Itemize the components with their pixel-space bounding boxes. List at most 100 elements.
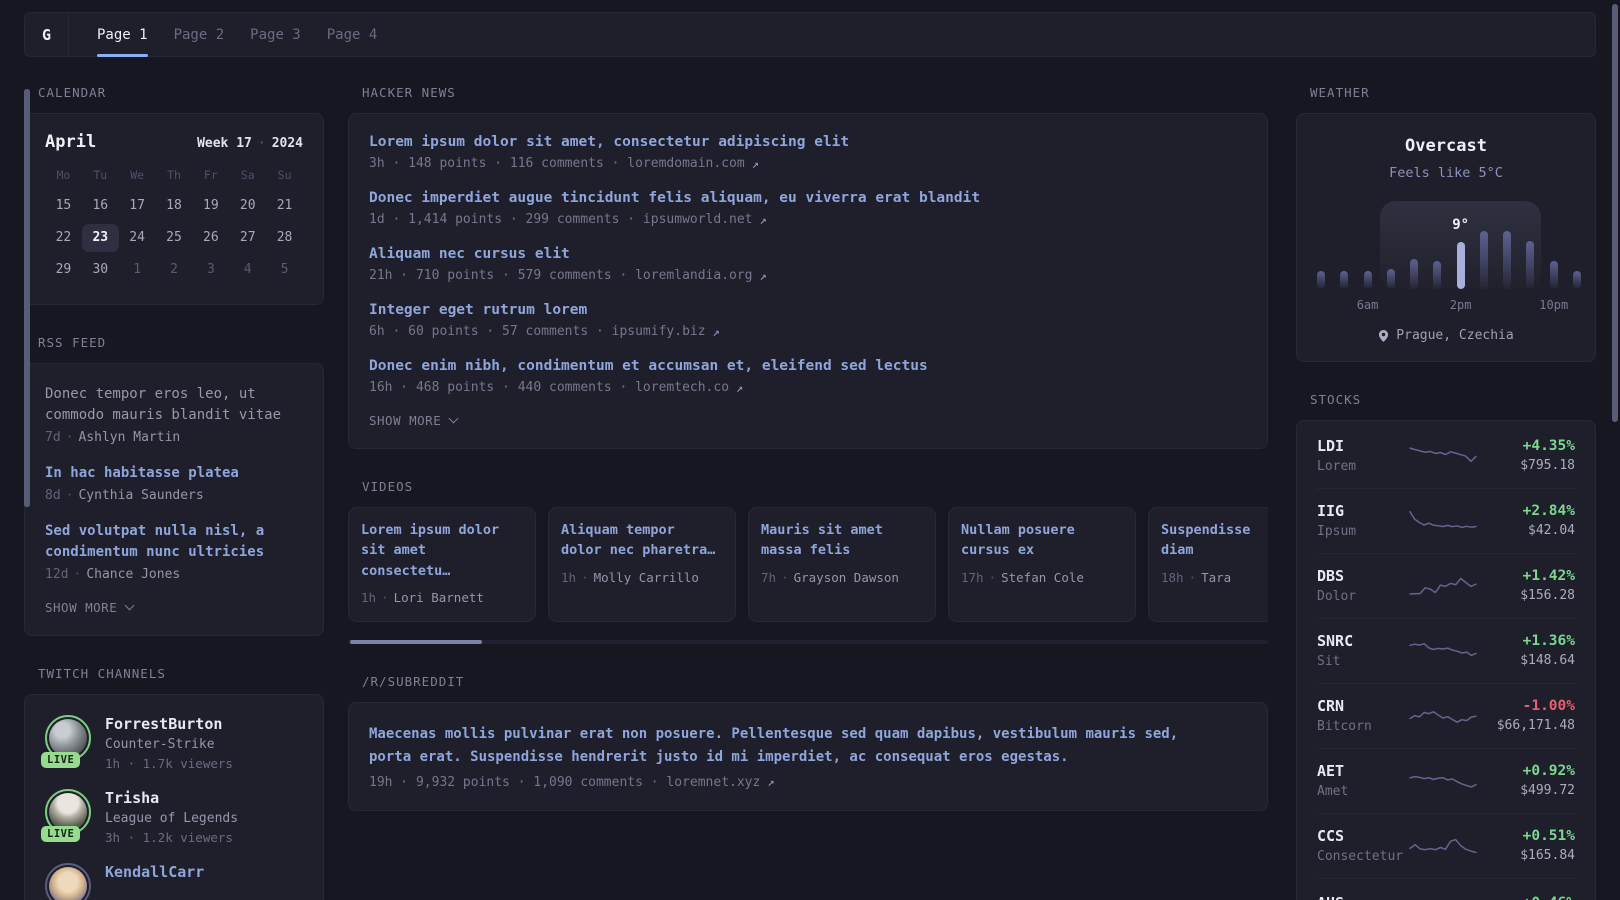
weather-location: Prague, Czechia bbox=[1317, 328, 1575, 343]
external-link-icon: ↗ bbox=[736, 380, 744, 395]
calendar-day[interactable]: 16 bbox=[82, 192, 119, 220]
left-column: CALENDAR April Week 17 · 2024 Mo Tu We Th … bbox=[24, 85, 324, 900]
rss-item-title[interactable]: Donec tempor eros leo, ut commodo mauris… bbox=[45, 384, 303, 426]
hn-item-title[interactable]: Donec imperdiet augue tincidunt felis al… bbox=[369, 190, 1247, 206]
calendar-day[interactable]: 22 bbox=[45, 224, 82, 252]
rss-item-title[interactable]: In hac habitasse platea bbox=[45, 463, 303, 484]
subreddit-post-title[interactable]: Maecenas mollis pulvinar erat non posuer… bbox=[369, 723, 1187, 769]
twitch-channel-name: Trisha bbox=[105, 789, 160, 807]
external-link-icon: ↗ bbox=[751, 156, 759, 171]
calendar-day[interactable]: 1 bbox=[119, 256, 156, 284]
calendar-day-header: Sa bbox=[240, 168, 255, 182]
page-tab-label: Page 1 bbox=[97, 26, 148, 43]
calendar-day[interactable]: 30 bbox=[82, 256, 119, 284]
stock-sparkline bbox=[1407, 443, 1479, 469]
calendar-day[interactable]: 29 bbox=[45, 256, 82, 284]
calendar-day[interactable]: 15 bbox=[45, 192, 82, 220]
rss-item-meta: 8d · Cynthia Saunders bbox=[45, 488, 303, 503]
weather-widget: WEATHER Overcast Feels like 5°C 9° 6am 2p… bbox=[1296, 85, 1596, 362]
rss-item-age: 7d bbox=[45, 430, 61, 445]
video-card[interactable]: Nullam posuere cursus ex 17h · Stefan Cole bbox=[24, 89, 1136, 622]
app-logo: G bbox=[25, 13, 69, 56]
stock-row[interactable]: DBS Dolor +1.42% $156.28 bbox=[1317, 553, 1575, 618]
stock-change: +0.51% bbox=[1522, 828, 1575, 844]
stock-row[interactable]: LDI Lorem +4.35% $795.18 bbox=[1317, 424, 1575, 488]
video-card[interactable]: Aliquam tempor dolor nec pharetra… 1h · Mo… bbox=[24, 89, 736, 622]
rss-item-title[interactable]: Sed volutpat nulla nisl, a condimentum n… bbox=[45, 521, 303, 563]
calendar-day-header: Tu bbox=[93, 168, 108, 182]
calendar-day[interactable]: 23 bbox=[81, 224, 119, 252]
stock-values: -1.00% $66,171.48 bbox=[1479, 698, 1575, 733]
video-age: 7h bbox=[761, 570, 777, 585]
calendar-day[interactable]: 27 bbox=[229, 224, 266, 252]
hn-item-title[interactable]: Aliquam nec cursus elit bbox=[369, 246, 1247, 262]
calendar-day[interactable]: 4 bbox=[229, 256, 266, 284]
live-badge: LIVE bbox=[41, 752, 81, 768]
stock-row[interactable]: AET Amet +0.92% $499.72 bbox=[1317, 748, 1575, 813]
hn-item-title[interactable]: Donec enim nibh, condimentum et accumsan… bbox=[369, 358, 1247, 374]
video-title: Aliquam tempor dolor nec pharetra… bbox=[561, 522, 716, 559]
stock-id: CRN Bitcorn bbox=[1317, 697, 1407, 734]
current-temp-label: 9° bbox=[1452, 217, 1470, 233]
video-card[interactable]: Lorem ipsum dolor sit amet consectetu… 1… bbox=[24, 89, 536, 622]
show-more-label: SHOW MORE bbox=[45, 600, 118, 615]
calendar-header: April Week 17 · 2024 bbox=[45, 132, 303, 152]
calendar-day[interactable]: 5 bbox=[266, 256, 303, 284]
meta-separator: · bbox=[1188, 570, 1197, 585]
calendar-day[interactable]: 20 bbox=[229, 192, 266, 220]
twitch-channel-row[interactable]: LIVE ForrestBurton Counter-Strike 1h · 1… bbox=[41, 715, 303, 771]
page-tab[interactable]: Page 2 bbox=[174, 13, 225, 56]
stock-symbol: SNRC bbox=[1317, 632, 1354, 650]
stock-row[interactable]: CRN Bitcorn -1.00% $66,171.48 bbox=[1317, 683, 1575, 748]
page-scrollbar-thumb[interactable] bbox=[1612, 4, 1618, 422]
sparkline-chart bbox=[1409, 642, 1477, 656]
twitch-channel-row[interactable]: LIVE Trisha League of Legends 3h · 1.2k … bbox=[41, 789, 303, 845]
stock-row[interactable]: IIG Ipsum +2.84% $42.04 bbox=[1317, 488, 1575, 553]
stock-row[interactable]: CCS Consectetur +0.51% $165.84 bbox=[1317, 813, 1575, 878]
calendar-day[interactable]: 21 bbox=[266, 192, 303, 220]
calendar-day[interactable]: 26 bbox=[192, 224, 229, 252]
stock-symbol: CCS bbox=[1317, 827, 1345, 845]
calendar-day[interactable]: 17 bbox=[119, 192, 156, 220]
weather-temp-bar bbox=[1410, 259, 1419, 289]
widget-title-twitch: TWITCH CHANNELS bbox=[38, 666, 166, 681]
video-channel: Tara bbox=[1201, 570, 1232, 585]
calendar-day[interactable]: 2 bbox=[156, 256, 193, 284]
rss-item-author: Cynthia Saunders bbox=[78, 488, 204, 503]
calendar-day[interactable]: 19 bbox=[192, 192, 229, 220]
twitch-channel-row[interactable]: KendallCarr bbox=[45, 863, 303, 900]
calendar-day[interactable]: 28 bbox=[266, 224, 303, 252]
page-tab[interactable]: Page 4 bbox=[327, 13, 378, 56]
page-scrollbar-track[interactable] bbox=[1612, 0, 1619, 900]
weather-card: Overcast Feels like 5°C 9° 6am 2pm 10pm Pr… bbox=[1296, 113, 1596, 362]
videos-scrollbar-track[interactable] bbox=[348, 639, 1268, 644]
video-card[interactable]: Suspendisse diam 18h · Tara bbox=[24, 89, 1268, 622]
hn-item-title[interactable]: Lorem ipsum dolor sit amet, consectetur … bbox=[369, 134, 1247, 150]
hn-item-meta-text: 1d · 1,414 points · 299 comments · ipsum… bbox=[369, 212, 753, 227]
calendar-day[interactable]: 24 bbox=[119, 224, 156, 252]
hn-item-title[interactable]: Integer eget rutrum lorem bbox=[369, 302, 1247, 318]
video-meta: 7h · Grayson Dawson bbox=[761, 570, 923, 585]
calendar-day[interactable]: 3 bbox=[192, 256, 229, 284]
hn-show-more-button[interactable]: SHOW MORE bbox=[369, 413, 1247, 428]
video-channel: Stefan Cole bbox=[1001, 570, 1084, 585]
rss-item: In hac habitasse platea 8d · Cynthia Saund… bbox=[45, 463, 303, 503]
rss-show-more-button[interactable]: SHOW MORE bbox=[45, 600, 303, 615]
stock-row[interactable]: AHS +0.46% bbox=[1317, 878, 1575, 900]
weather-temp-bar bbox=[1479, 231, 1488, 289]
page-tab[interactable]: Page 1 bbox=[97, 13, 148, 57]
stock-row[interactable]: SNRC Sit +1.36% $148.64 bbox=[1317, 618, 1575, 683]
main-column: HACKER NEWS Lorem ipsum dolor sit amet, … bbox=[24, 85, 1268, 900]
external-link-icon: ↗ bbox=[712, 324, 720, 339]
avatar: LIVE bbox=[41, 789, 91, 842]
video-card[interactable]: Mauris sit amet massa felis 7h · Grayson D… bbox=[24, 89, 936, 622]
sparkline-chart bbox=[1409, 510, 1477, 528]
stock-sparkline bbox=[1407, 638, 1479, 664]
page-tab[interactable]: Page 3 bbox=[250, 13, 301, 56]
calendar-day[interactable]: 25 bbox=[156, 224, 193, 252]
sparkline-chart bbox=[1409, 775, 1477, 788]
videos-scrollbar-thumb[interactable] bbox=[350, 639, 482, 644]
rss-item-author: Ashlyn Martin bbox=[78, 430, 181, 445]
video-age: 17h bbox=[961, 570, 984, 585]
calendar-day[interactable]: 18 bbox=[156, 192, 193, 220]
